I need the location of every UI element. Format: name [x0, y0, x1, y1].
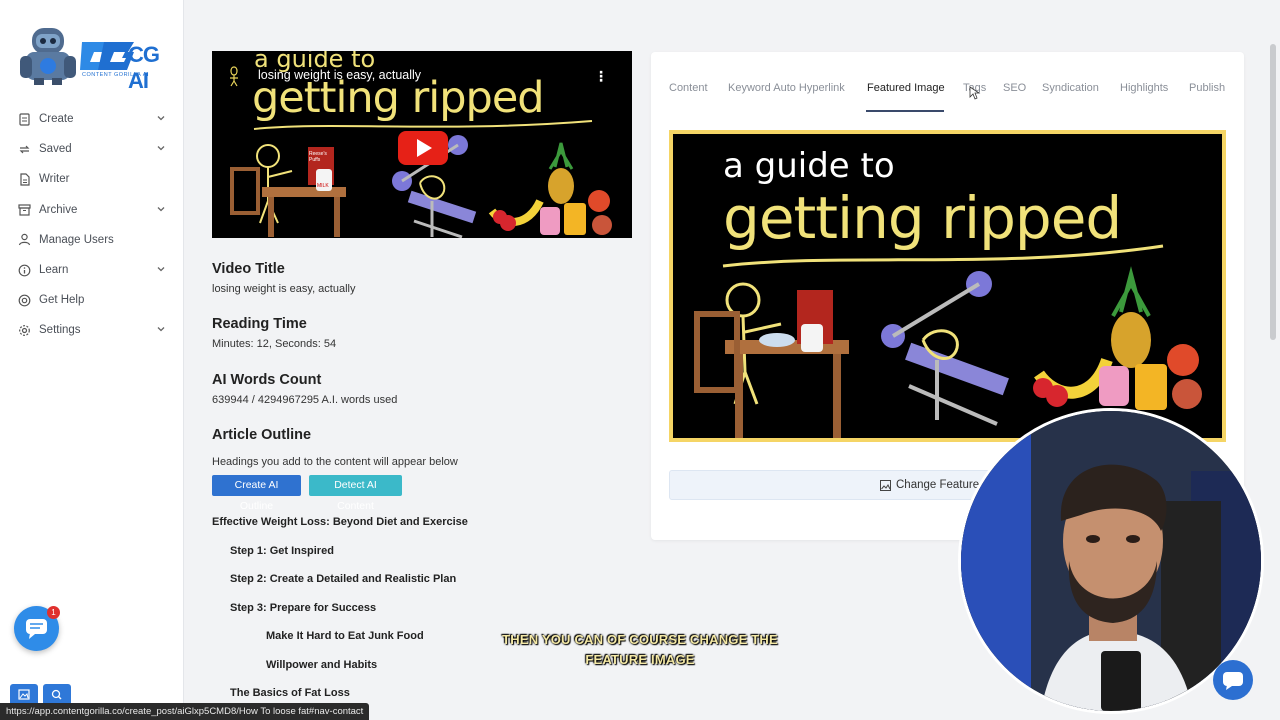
- chevron-down-icon: [157, 146, 165, 151]
- outline-heading-h2[interactable]: Step 3: Prepare for Success: [230, 602, 376, 614]
- sync-icon: [19, 145, 30, 154]
- video-title-value: losing weight is easy, actually: [212, 283, 356, 295]
- more-options-icon[interactable]: ⋮: [594, 69, 608, 83]
- document-icon: [19, 112, 30, 126]
- ai-words-heading: AI Words Count: [212, 372, 322, 388]
- lifebuoy-icon: [18, 294, 31, 307]
- mouse-cursor-icon: [969, 86, 981, 100]
- milk-label: MILK: [317, 183, 329, 189]
- link-status-bar: https://app.contentgorilla.co/create_pos…: [0, 703, 370, 720]
- sidebar-item-label: Get Help: [39, 294, 85, 307]
- sidebar-item-label: Saved: [39, 143, 72, 156]
- live-chat-button[interactable]: [1213, 660, 1253, 700]
- sidebar-item-label: Writer: [39, 173, 70, 186]
- logo-text: CG AI: [128, 42, 160, 93]
- sidebar-item-archive[interactable]: Archive: [0, 195, 184, 225]
- article-outline-heading: Article Outline: [212, 427, 312, 443]
- chat-widget-button[interactable]: 1: [14, 606, 60, 651]
- sidebar-item-label: Settings: [39, 324, 81, 337]
- archive-icon: [18, 204, 31, 216]
- image-icon: [880, 480, 891, 491]
- page-scrollbar[interactable]: [1270, 44, 1276, 340]
- detect-ai-content-button[interactable]: Detect AI Content: [309, 475, 402, 512]
- chat-bubble-icon: [1223, 672, 1243, 690]
- gear-icon: [19, 325, 30, 336]
- outline-heading-h2[interactable]: Step 1: Get Inspired: [230, 545, 334, 557]
- featured-line-2: getting ripped: [723, 184, 1122, 252]
- app-logo[interactable]: CG AI CONTENT GORILLA AI: [16, 24, 168, 93]
- video-title-heading: Video Title: [212, 261, 285, 277]
- chat-unread-badge: 1: [47, 606, 60, 619]
- sidebar-item-label: Create: [39, 113, 74, 126]
- tab-publish[interactable]: Publish: [1189, 82, 1225, 94]
- outline-heading-h3[interactable]: Willpower and Habits: [266, 659, 377, 671]
- reading-time-heading: Reading Time: [212, 316, 307, 332]
- sidebar-item-label: Manage Users: [39, 233, 114, 246]
- chevron-down-icon: [157, 116, 165, 121]
- sidebar-nav: Create Saved Writer Archive Manage Users…: [0, 104, 184, 346]
- user-icon: [18, 234, 31, 246]
- sidebar-item-label: Archive: [39, 203, 78, 216]
- sidebar-item-label: Learn: [39, 264, 69, 277]
- sidebar-item-manage-users[interactable]: Manage Users: [0, 225, 184, 255]
- gorilla-robot-logo-icon: [20, 28, 76, 85]
- create-ai-outline-button[interactable]: Create AI Outline: [212, 475, 301, 512]
- sidebar-item-create[interactable]: Create: [0, 104, 184, 134]
- file-icon: [20, 173, 30, 186]
- video-title-overlay: losing weight is easy, actually: [258, 68, 422, 82]
- tab-syndication[interactable]: Syndication: [1042, 82, 1099, 94]
- sidebar-item-get-help[interactable]: Get Help: [0, 285, 184, 315]
- sidebar-item-learn[interactable]: Learn: [0, 255, 184, 285]
- info-icon: [18, 264, 31, 276]
- tab-featured-image[interactable]: Featured Image: [867, 82, 945, 94]
- cereal-box-label: Reese's Puffs: [309, 151, 327, 163]
- outline-heading-h2[interactable]: The Basics of Fat Loss: [230, 687, 350, 699]
- chevron-down-icon: [157, 327, 165, 332]
- tab-content[interactable]: Content: [669, 82, 708, 94]
- tab-highlights[interactable]: Highlights: [1120, 82, 1168, 94]
- chevron-down-icon: [157, 266, 165, 272]
- sidebar: CG AI CONTENT GORILLA AI Create Saved Wr…: [0, 0, 184, 720]
- sidebar-item-saved[interactable]: Saved: [0, 134, 184, 164]
- video-caption: THEN YOU CAN OF COURSE CHANGE THE FEATUR…: [502, 632, 778, 667]
- reading-time-value: Minutes: 12, Seconds: 54: [212, 338, 337, 350]
- outline-heading-h2[interactable]: Step 2: Create a Detailed and Realistic …: [230, 573, 456, 585]
- featured-line-1: a guide to: [723, 146, 895, 186]
- editor-tabs: Content Keyword Auto Hyperlink Featured …: [669, 82, 1226, 112]
- chevron-down-icon: [157, 206, 165, 211]
- featured-image-preview[interactable]: a guide to getting ripped: [669, 130, 1226, 442]
- logo-tagline: CONTENT GORILLA AI: [82, 72, 149, 78]
- tab-seo[interactable]: SEO: [1003, 82, 1026, 94]
- outline-heading-h3[interactable]: Make It Hard to Eat Junk Food: [266, 630, 424, 642]
- tab-keyword-auto-hyperlink[interactable]: Keyword Auto Hyperlink: [728, 82, 845, 94]
- outline-heading-h1[interactable]: Effective Weight Loss: Beyond Diet and E…: [212, 516, 468, 528]
- sidebar-item-writer[interactable]: Writer: [0, 164, 184, 194]
- ai-words-value: 639944 / 4294967295 A.I. words used: [212, 394, 398, 406]
- youtube-video-embed[interactable]: a guide to getting ripped losing weight …: [212, 51, 632, 238]
- active-tab-indicator: [866, 110, 944, 112]
- sidebar-item-settings[interactable]: Settings: [0, 315, 184, 345]
- article-outline-hint: Headings you add to the content will app…: [212, 456, 458, 468]
